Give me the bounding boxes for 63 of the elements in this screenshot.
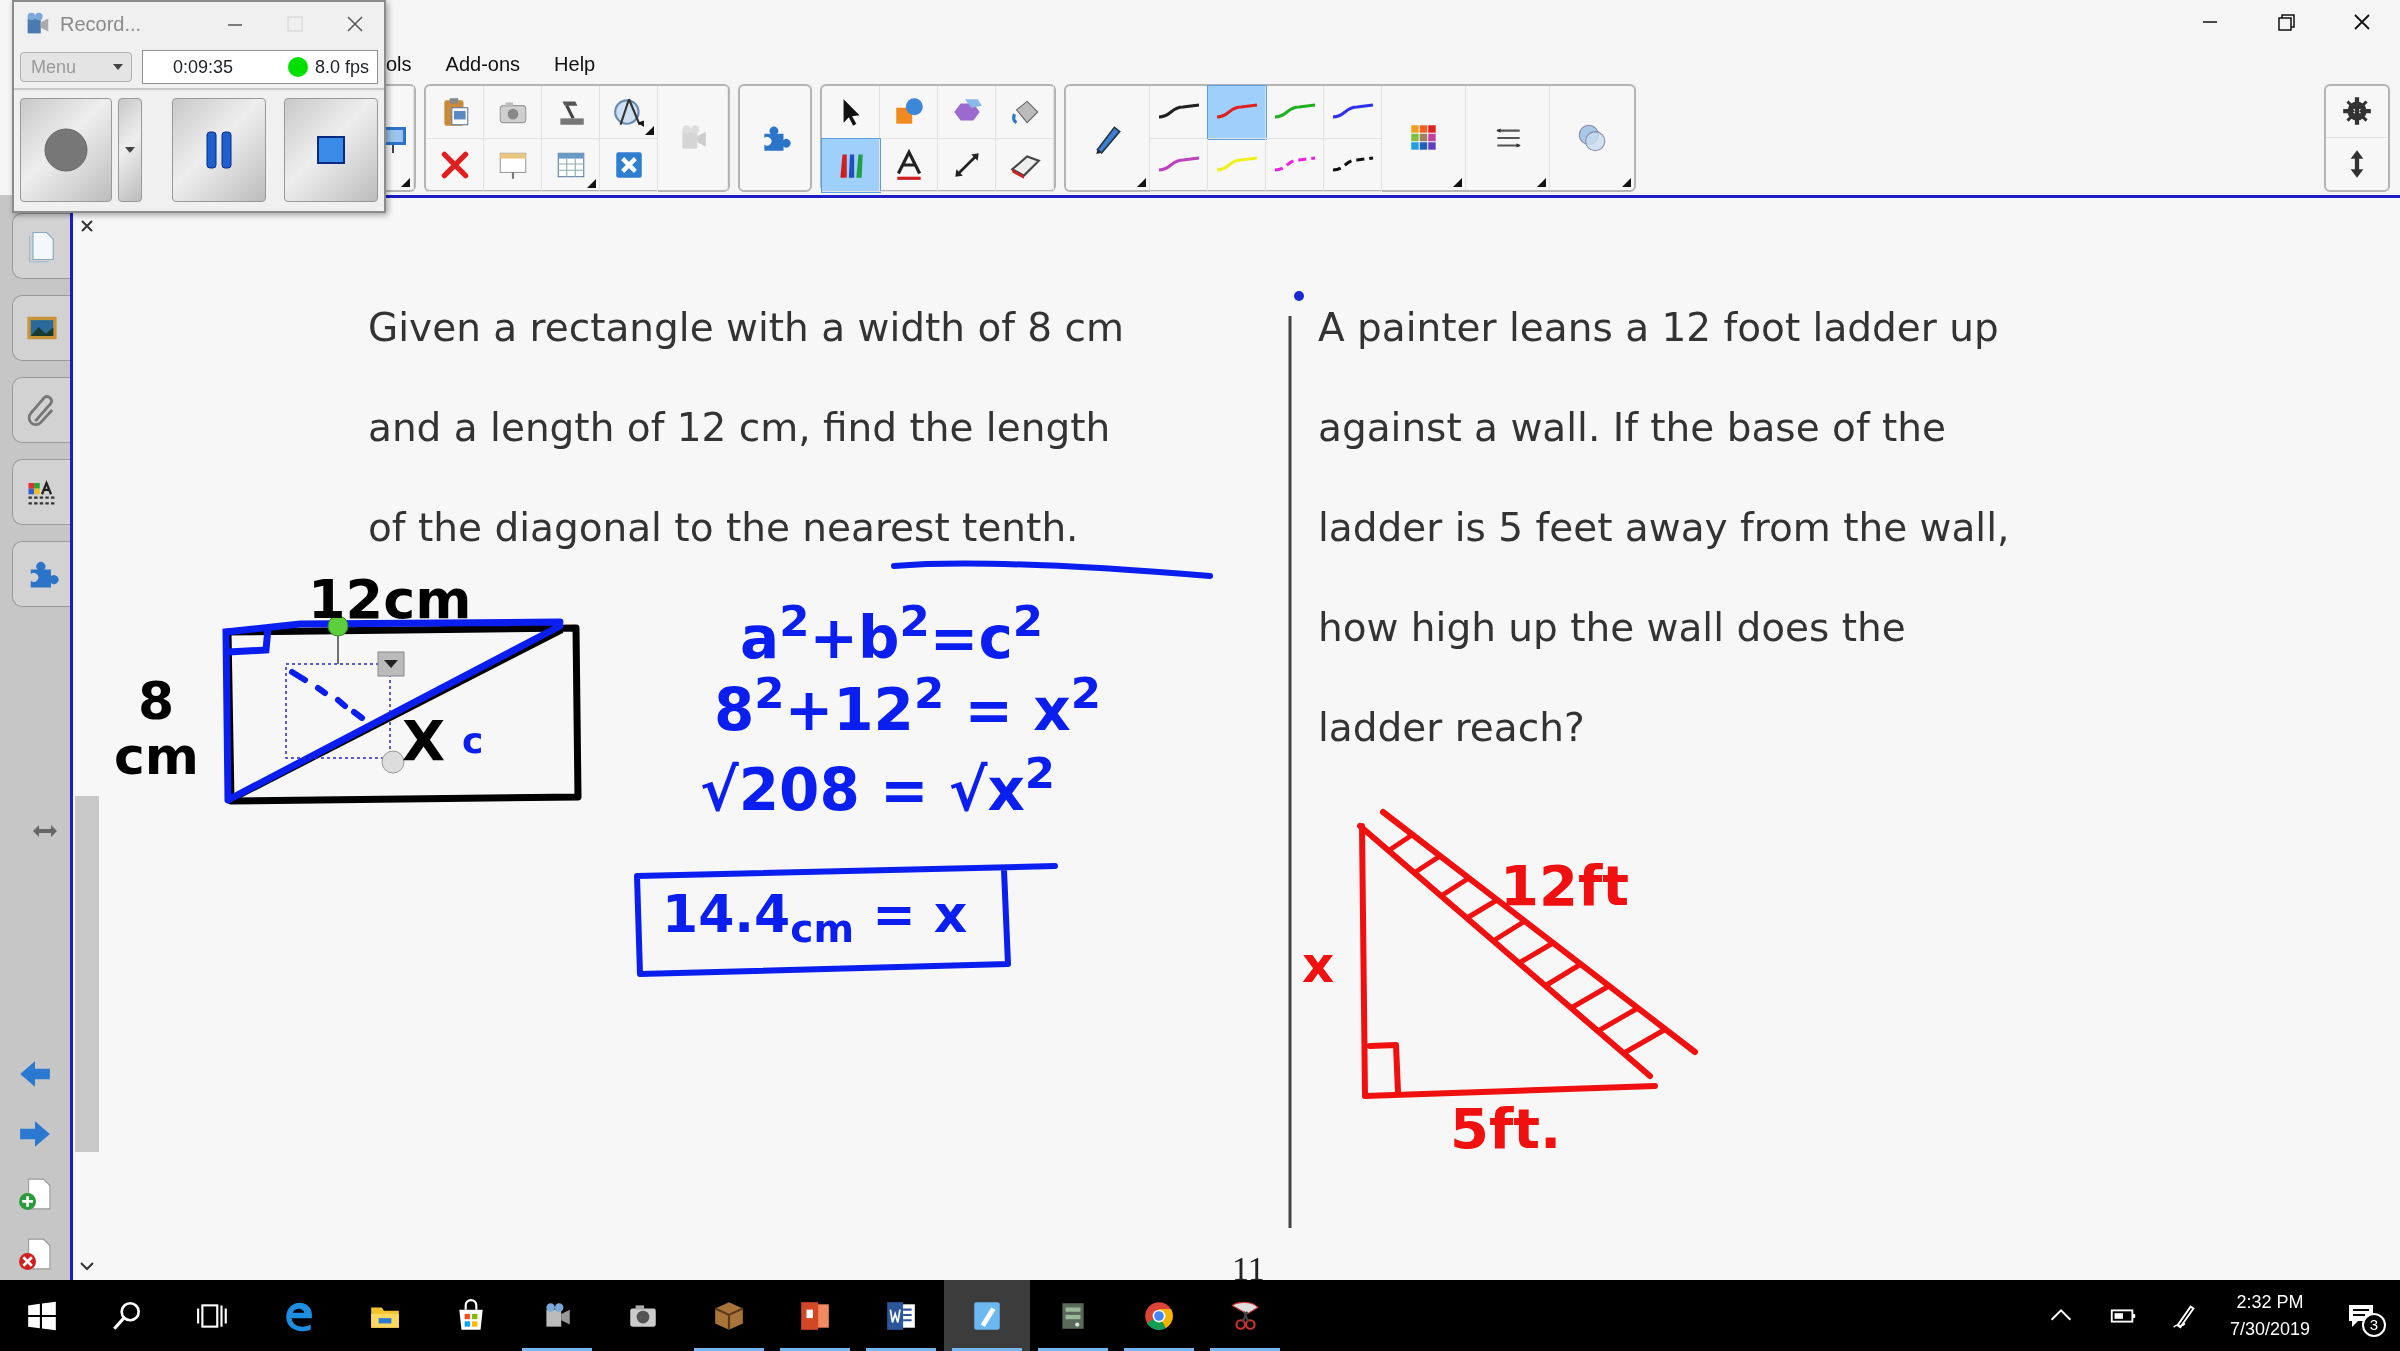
close-icon[interactable] [79, 218, 95, 234]
corner-arrow-icon [645, 125, 654, 135]
clock[interactable]: 2:32 PM 7/30/2019 [2215, 1280, 2324, 1351]
line-style-button[interactable] [1324, 85, 1382, 139]
status-icon [286, 56, 309, 78]
notification-count: 3 [2362, 1313, 2386, 1337]
delete-page-icon [18, 1237, 52, 1271]
question-text: Given a rectangle with a width of 8 cm and a length of 12 cm, find the length of the diagonal to the nearest tenth. [368, 304, 1124, 552]
handwritten-label: 12cm [308, 567, 472, 633]
menu-item[interactable]: Help [554, 48, 610, 79]
properties-tab[interactable] [12, 459, 70, 525]
corner-arrow-icon [1622, 177, 1631, 187]
menu-item[interactable]: ols [386, 48, 426, 79]
stop-icon [316, 135, 346, 165]
frame-rate: 8.0 fps [314, 55, 369, 79]
tool-button[interactable] [600, 138, 658, 192]
gallery-tab[interactable] [12, 295, 70, 361]
polygon-button[interactable] [938, 85, 996, 139]
pause-icon [204, 130, 234, 170]
delete-button[interactable] [426, 138, 484, 192]
eraser-button[interactable] [996, 138, 1054, 192]
page-number: 11 [1232, 1252, 1265, 1280]
corner-arrow-icon [401, 177, 410, 187]
document-camera-button[interactable] [542, 85, 600, 139]
pause-button[interactable] [172, 98, 266, 202]
line-button[interactable] [938, 138, 996, 192]
handwritten-label: 8 cm [114, 674, 198, 784]
scrollbar-thumb[interactable] [75, 796, 99, 1152]
corner-arrow-icon [1453, 177, 1462, 187]
text-button[interactable] [880, 138, 938, 192]
paste-button[interactable] [426, 85, 484, 139]
record-icon [41, 125, 91, 175]
handwritten-label: 5ft. [1450, 1095, 1562, 1163]
stop-button[interactable] [284, 98, 378, 202]
handwritten-answer: 14.4$_{cm}$ = x [662, 883, 968, 951]
pens-button[interactable] [822, 138, 880, 192]
compass-button[interactable] [600, 85, 658, 139]
chevron-down-icon[interactable] [79, 1260, 95, 1272]
add-ons-tab[interactable] [12, 541, 70, 607]
add-page-icon [18, 1177, 52, 1211]
handwritten-label: x [1302, 935, 1335, 996]
menu-item[interactable]: Add-ons [445, 48, 535, 79]
ink-dot [1294, 291, 1304, 301]
double-arrow-icon [31, 823, 59, 839]
caret-icon [124, 146, 136, 154]
window-title: Record... [60, 12, 142, 37]
corner-arrow-icon [1537, 177, 1546, 187]
attachments-tab[interactable] [12, 377, 70, 443]
settings-icon [2340, 94, 2374, 128]
notifications-button[interactable]: 3 [2324, 1280, 2400, 1351]
camera-button[interactable] [484, 85, 542, 139]
page-sorter-tab[interactable] [12, 213, 70, 279]
record-button[interactable] [20, 98, 112, 202]
elapsed-time: 0:09:35 [173, 55, 234, 79]
handwritten-label: X [402, 707, 446, 775]
notebook-app-button[interactable] [944, 1280, 1030, 1351]
handwritten-label: c [462, 719, 484, 763]
handwritten-label: 12ft [1500, 852, 1630, 920]
handwritten-equation: √208 = √x$^{2}$ [700, 750, 1056, 826]
line-style-button[interactable] [1324, 138, 1382, 192]
corner-arrow-icon [1137, 177, 1146, 187]
caret-icon [111, 62, 125, 72]
question-text: A painter leans a 12 foot ladder up against a wall. If the base of the ladder is 5 feet away from the wall, how high up the wall does the ladder reach? [1318, 304, 2010, 752]
